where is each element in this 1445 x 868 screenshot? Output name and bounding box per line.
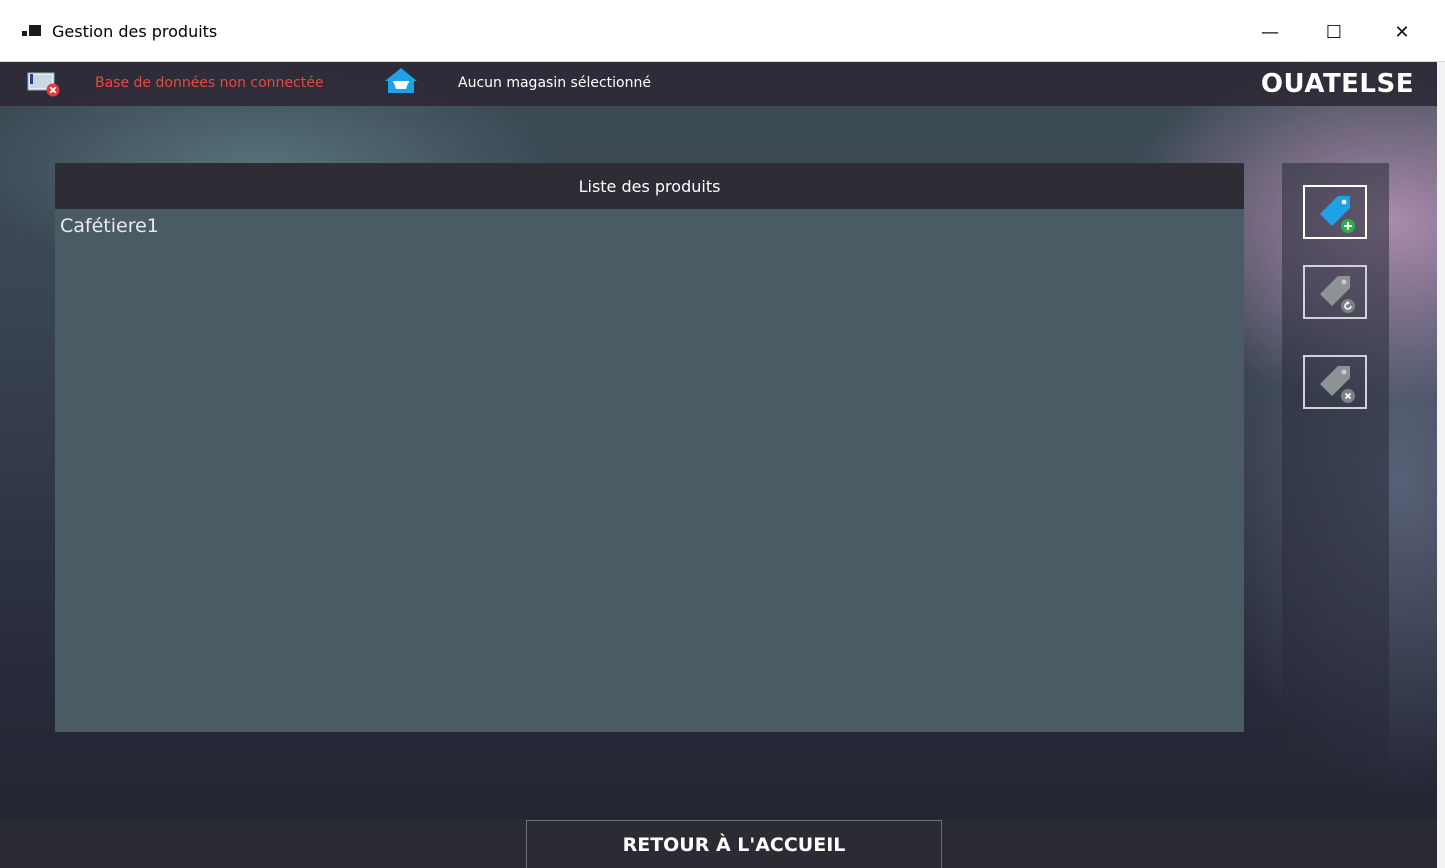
- product-actions-toolbar: [1282, 163, 1389, 759]
- maximize-button[interactable]: ☐: [1304, 12, 1364, 52]
- brand-logo-text: OUATELSE: [1260, 69, 1414, 99]
- window-titlebar: Gestion des produits — ☐ ✕: [0, 0, 1445, 62]
- product-list-panel: Liste des produits Cafétiere1: [55, 163, 1244, 732]
- product-list-item[interactable]: Cafétiere1: [55, 209, 1244, 240]
- database-disconnected-icon: [27, 72, 60, 97]
- status-bar: Base de données non connectée Aucun maga…: [0, 62, 1437, 106]
- tag-delete-icon: [1320, 366, 1355, 403]
- close-button[interactable]: ✕: [1372, 12, 1432, 52]
- store-basket-icon: [385, 68, 417, 93]
- app-content: Base de données non connectée Aucun maga…: [0, 62, 1437, 868]
- add-product-button[interactable]: [1303, 185, 1367, 239]
- product-list: Cafétiere1: [55, 209, 1244, 732]
- footer-bar: RETOUR À L'ACCUEIL: [0, 819, 1437, 868]
- home-button[interactable]: RETOUR À L'ACCUEIL: [526, 820, 942, 868]
- window-title: Gestion des produits: [52, 22, 218, 41]
- database-status: Base de données non connectée: [95, 75, 324, 91]
- store-status: Aucun magasin sélectionné: [458, 75, 651, 91]
- tag-refresh-icon: [1320, 276, 1355, 313]
- update-product-button[interactable]: [1303, 265, 1367, 319]
- minimize-button[interactable]: —: [1240, 12, 1300, 52]
- tag-add-icon: [1320, 196, 1355, 233]
- app-window-icon: [22, 25, 41, 36]
- product-list-header: Liste des produits: [55, 163, 1244, 209]
- background-window-edge: [1437, 62, 1445, 868]
- delete-product-button[interactable]: [1303, 355, 1367, 409]
